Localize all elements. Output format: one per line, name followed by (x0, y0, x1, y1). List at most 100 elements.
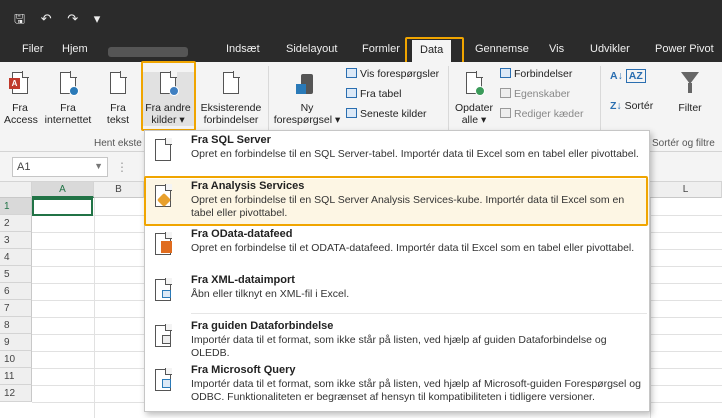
refresh-line2: alle ▾ (461, 114, 487, 126)
from-web-line2: internettet (44, 114, 92, 126)
web-icon (57, 71, 79, 98)
edit-links-button[interactable]: Rediger kæder (500, 108, 583, 120)
quick-access-toolbar: 🖫 ↶ ↷ ▾ (14, 10, 112, 32)
sql-server-icon (153, 137, 175, 163)
show-queries-button[interactable]: Vis forespørgsler (346, 68, 439, 80)
new-query-button[interactable]: Ny forespørgsel ▾ (272, 72, 342, 126)
undo-icon[interactable]: ↶ (41, 11, 52, 26)
existing-connections-button[interactable]: Eksisterende forbindelser (198, 71, 264, 126)
new-query-line2: forespørgsel ▾ (273, 114, 341, 126)
filter-button[interactable]: Filter (672, 70, 708, 114)
microsoft-query-icon (153, 367, 175, 393)
existing-line1: Eksisterende (200, 102, 262, 114)
properties-label: Egenskaber (514, 88, 571, 100)
menu-item-microsoft-query[interactable]: Fra Microsoft Query Importér data til et… (145, 363, 649, 411)
recent-sources-button[interactable]: Seneste kilder (346, 108, 427, 120)
save-icon[interactable]: 🖫 (14, 11, 25, 26)
menu-item-odata-feed[interactable]: Fra OData-datafeed Opret en forbindelse … (145, 227, 649, 271)
from-table-label: Fra tabel (360, 88, 402, 100)
connections-label: Forbindelser (514, 68, 573, 80)
properties-button[interactable]: Egenskaber (500, 88, 570, 100)
row-header[interactable]: 8 (0, 317, 32, 334)
refresh-icon (463, 71, 485, 98)
menu-item-data-connection-wizard[interactable]: Fra guiden Dataforbindelse Importér data… (145, 319, 649, 361)
edit-links-icon (500, 108, 511, 118)
from-web-line1: Fra (60, 102, 76, 114)
group-label-sort-filter: Sortér og filtre (652, 138, 715, 149)
show-queries-icon (346, 68, 357, 78)
menu-item-title: Fra guiden Dataforbindelse (191, 320, 334, 332)
menu-item-description: Importér data til et format, som ikke st… (191, 378, 641, 403)
tab-sidelayout[interactable]: Sidelayout (286, 43, 337, 55)
row-header[interactable]: 7 (0, 300, 32, 317)
refresh-all-button[interactable]: Opdater alle ▾ (452, 71, 496, 126)
column-header-b[interactable]: B (94, 182, 144, 198)
redo-icon[interactable]: ↷ (67, 11, 78, 26)
name-box[interactable]: A1 ▼ (12, 157, 108, 177)
row-header[interactable]: 12 (0, 385, 32, 402)
show-queries-label: Vis forespørgsler (360, 68, 440, 80)
tab-vis[interactable]: Vis (549, 43, 564, 55)
tab-power-pivot[interactable]: Power Pivot (655, 43, 714, 55)
menu-item-title: Fra XML-dataimport (191, 274, 295, 286)
menu-item-title: Fra OData-datafeed (191, 228, 293, 240)
from-text-line1: Fra (110, 102, 126, 114)
from-table-button[interactable]: Fra tabel (346, 88, 401, 100)
row-header[interactable]: 11 (0, 368, 32, 385)
edit-links-label: Rediger kæder (514, 108, 584, 120)
customize-qat-icon[interactable]: ▾ (94, 11, 101, 26)
selected-cell-a1[interactable] (32, 198, 93, 216)
sort-az-icon[interactable]: A↓ AZ (610, 69, 646, 83)
ribbon-tabs: Filer Hjem Indsæt Sidelayout Formler Dat… (0, 40, 722, 62)
row-header[interactable]: 5 (0, 266, 32, 283)
tab-indsaet[interactable]: Indsæt (226, 43, 260, 55)
sort-label: Sortér (624, 100, 654, 112)
tab-formler[interactable]: Formler (362, 43, 400, 55)
text-file-icon (107, 71, 129, 98)
tab-hjem[interactable]: Hjem (62, 43, 88, 55)
xml-file-icon (153, 277, 175, 303)
row-header[interactable]: 1 (0, 198, 32, 215)
column-header-l[interactable]: L (650, 182, 722, 198)
recent-sources-icon (346, 108, 357, 118)
column-header-a[interactable]: A (32, 182, 94, 198)
chevron-down-icon[interactable]: ▼ (94, 161, 103, 171)
sort-za-icon: Z↓ (610, 100, 622, 112)
grid-column-line (94, 198, 95, 418)
row-header[interactable]: 2 (0, 215, 32, 232)
menu-item-description: Opret en forbindelse til et ODATA-datafe… (191, 242, 635, 254)
row-header[interactable]: 10 (0, 351, 32, 368)
sort-button[interactable]: Z↓ Sortér (610, 100, 653, 112)
from-text-button[interactable]: Fra tekst (98, 71, 138, 126)
row-header[interactable]: 6 (0, 283, 32, 300)
menu-item-sql-server[interactable]: Fra SQL Server Opret en forbindelse til … (145, 133, 649, 177)
tab-blurred[interactable] (108, 47, 188, 57)
row-header[interactable]: 3 (0, 232, 32, 249)
from-web-button[interactable]: Fra internettet (40, 71, 96, 126)
from-access-line2: Access (4, 114, 38, 126)
menu-item-xml-import[interactable]: Fra XML-dataimport Åbn eller tilknyt en … (145, 273, 649, 313)
row-header[interactable]: 4 (0, 249, 32, 266)
grid-column-line (650, 198, 651, 418)
row-header[interactable]: 9 (0, 334, 32, 351)
title-bar: 🖫 ↶ ↷ ▾ (0, 0, 722, 40)
properties-icon (500, 88, 511, 98)
other-sources-highlight (141, 61, 196, 131)
tab-filer[interactable]: Filer (22, 43, 43, 55)
other-sources-dropdown-menu: Fra SQL Server Opret en forbindelse til … (144, 130, 650, 412)
new-query-icon (296, 72, 318, 98)
recent-sources-label: Seneste kilder (360, 108, 427, 120)
menu-item-description: Opret en forbindelse til en SQL Server-t… (191, 148, 639, 160)
filter-label: Filter (678, 102, 702, 114)
from-access-button[interactable]: A Fra Access (4, 71, 38, 126)
data-connection-wizard-icon (153, 323, 175, 349)
existing-line2: forbindelser (203, 114, 259, 126)
from-access-line1: Fra (12, 102, 28, 114)
connections-button[interactable]: Forbindelser (500, 68, 572, 80)
from-text-line2: tekst (106, 114, 130, 126)
menu-item-description: Importér data til et format, som ikke st… (191, 334, 607, 359)
tab-udvikler[interactable]: Udvikler (590, 43, 630, 55)
tab-gennemse[interactable]: Gennemse (475, 43, 529, 55)
select-all-corner[interactable] (0, 182, 32, 198)
new-query-line1: Ny (300, 102, 314, 114)
